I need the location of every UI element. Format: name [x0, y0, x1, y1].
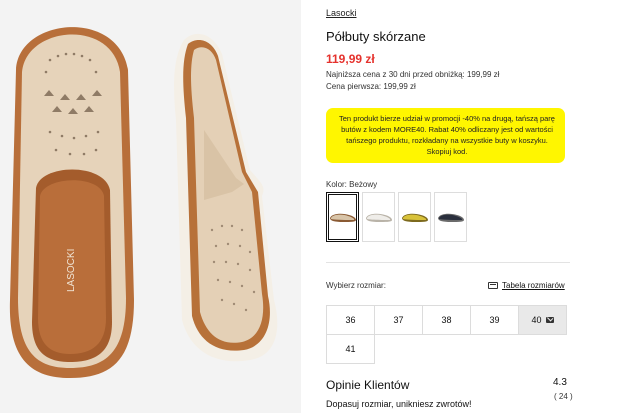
size-option-40[interactable]: 40	[518, 305, 567, 335]
size-option-39[interactable]: 39	[470, 305, 519, 335]
first-price-note: Cena pierwsza: 199,99 zł	[326, 82, 416, 91]
color-label: Kolor: Beżowy	[326, 180, 378, 189]
size-option-38[interactable]: 38	[422, 305, 471, 335]
size-value: 40	[531, 315, 542, 325]
product-photo[interactable]: LASOCKI	[0, 0, 301, 413]
reviews-title: Opinie Klientów	[326, 378, 410, 392]
lowest-price-note: Najniższa cena z 30 dni przed obniżką: 1…	[326, 70, 500, 79]
brand-link[interactable]: Lasocki	[326, 8, 357, 18]
size-option-41[interactable]: 41	[326, 334, 375, 364]
size-value: 38	[441, 315, 452, 325]
product-price: 119,99 zł	[326, 52, 375, 66]
size-label: Wybierz rozmiar:	[326, 281, 386, 290]
promo-banner[interactable]: Ten produkt bierze udział w promocji -40…	[326, 108, 565, 163]
white-shoe-thumbnail	[365, 213, 392, 222]
size-grid: 36 37 38 39 40 41	[326, 305, 567, 364]
mail-icon	[545, 317, 554, 323]
size-option-37[interactable]: 37	[374, 305, 423, 335]
size-table-label: Tabela rozmiarów	[502, 281, 565, 290]
insole-brand-text: LASOCKI	[66, 249, 77, 292]
reviews-rating: 4.3	[553, 377, 567, 388]
ruler-icon	[488, 282, 498, 289]
yellow-shoe-thumbnail	[401, 213, 428, 222]
shoe-image: LASOCKI	[0, 0, 301, 413]
top-view-shoe: LASOCKI	[9, 27, 135, 378]
size-value: 36	[345, 315, 356, 325]
color-swatch-navy[interactable]	[434, 192, 467, 242]
navy-shoe-thumbnail	[437, 213, 464, 222]
beige-shoe-thumbnail	[329, 213, 356, 222]
product-title: Półbuty skórzane	[326, 29, 426, 44]
size-table-link[interactable]: Tabela rozmiarów	[488, 281, 565, 290]
reviews-count[interactable]: ( 24 )	[554, 392, 573, 401]
product-info: Lasocki Półbuty skórzane 119,99 zł Najni…	[326, 0, 576, 413]
size-value: 41	[345, 344, 356, 354]
color-swatch-beige[interactable]	[326, 192, 359, 242]
size-value: 37	[393, 315, 404, 325]
color-swatch-yellow[interactable]	[398, 192, 431, 242]
section-divider	[326, 262, 570, 263]
color-swatch-white[interactable]	[362, 192, 395, 242]
reviews-subtitle: Dopasuj rozmiar, unikniesz zwrotów!	[326, 399, 472, 409]
size-value: 39	[489, 315, 500, 325]
size-option-36[interactable]: 36	[326, 305, 375, 335]
color-swatches	[326, 192, 467, 242]
